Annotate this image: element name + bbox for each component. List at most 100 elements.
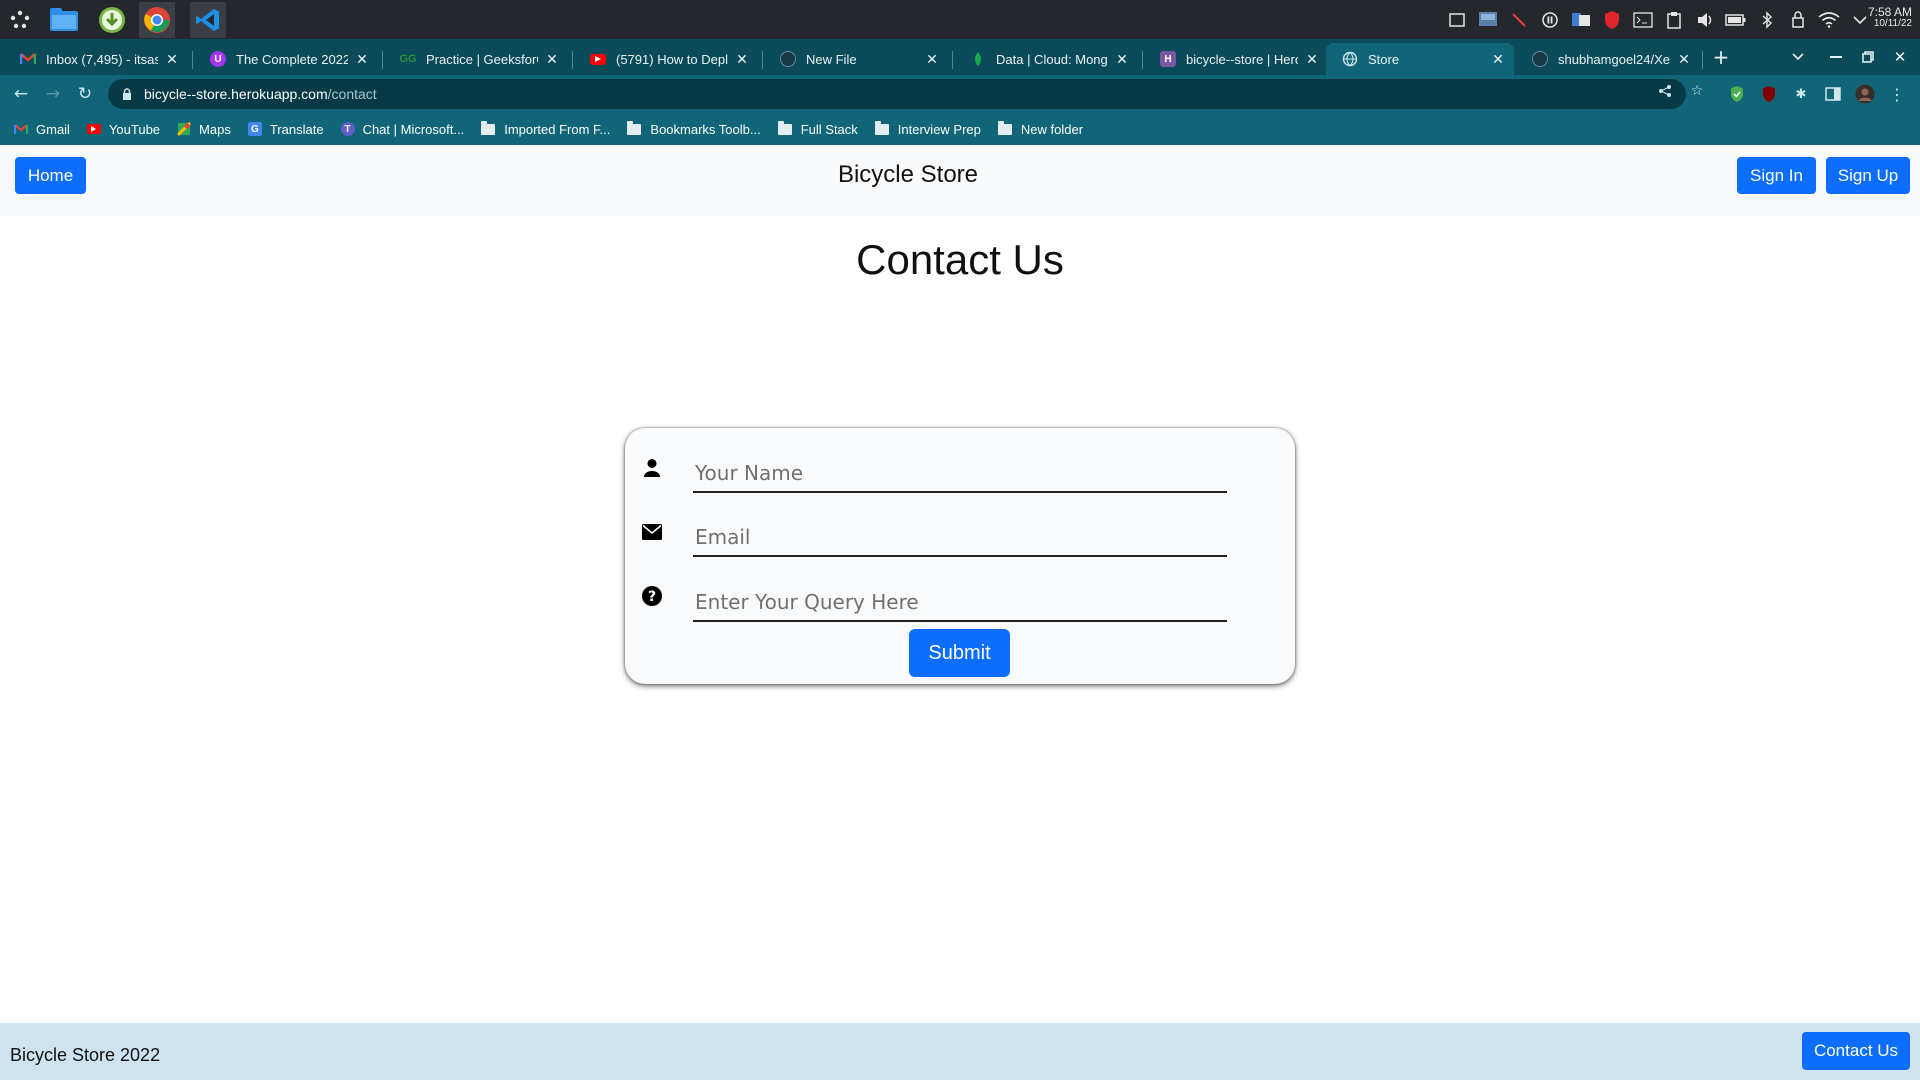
tab-geeksforgeeks[interactable]: GG Practice | GeeksforG ✕ — [384, 43, 568, 75]
site-footer: Bicycle Store 2022 Contact Us — [0, 1023, 1920, 1080]
sign-up-button[interactable]: Sign Up — [1826, 157, 1910, 194]
bookmark-folder-new[interactable]: New folder — [997, 120, 1083, 137]
bookmark-label: Gmail — [36, 121, 70, 137]
maps-icon — [177, 122, 192, 136]
bookmark-folder-toolbar[interactable]: Bookmarks Toolb... — [627, 120, 761, 137]
close-tab-icon[interactable]: ✕ — [734, 51, 750, 68]
user-icon — [641, 457, 663, 479]
wifi-icon[interactable] — [1818, 9, 1840, 31]
folder-icon — [627, 120, 642, 135]
submit-button[interactable]: Submit — [909, 629, 1010, 677]
github-icon — [780, 51, 796, 67]
pen-icon[interactable] — [1508, 9, 1530, 31]
extensions-puzzle-icon[interactable]: ✱ — [1790, 83, 1812, 105]
close-tab-icon[interactable]: ✕ — [1490, 51, 1506, 68]
profile-avatar[interactable] — [1854, 83, 1876, 105]
chrome-icon[interactable] — [139, 2, 175, 38]
padlock-icon[interactable] — [122, 88, 134, 100]
forward-button[interactable]: → — [38, 79, 68, 109]
close-tab-icon[interactable]: ✕ — [354, 51, 370, 68]
system-clock[interactable]: 7:58 AM 10/11/22 — [1868, 6, 1912, 30]
sign-in-button[interactable]: Sign In — [1737, 157, 1816, 194]
mongodb-icon — [970, 51, 986, 67]
battery-icon[interactable] — [1725, 9, 1747, 31]
email-input[interactable] — [693, 519, 1227, 557]
bookmark-translate[interactable]: G Translate — [247, 122, 324, 137]
course-icon: U — [210, 51, 226, 67]
new-tab-button[interactable]: + — [1705, 39, 1737, 75]
close-tab-icon[interactable]: ✕ — [1676, 51, 1692, 68]
close-tab-icon[interactable]: ✕ — [1114, 51, 1130, 68]
screen-icon[interactable] — [1477, 9, 1499, 31]
tab-heroku[interactable]: H bicycle--store | Hero ✕ — [1144, 43, 1328, 75]
tab-separator — [382, 51, 383, 69]
adblock-shield-icon[interactable] — [1726, 83, 1748, 105]
browser-menu-icon[interactable]: ⋮ — [1886, 83, 1908, 105]
bookmark-label: Interview Prep — [897, 121, 981, 137]
terminal-icon[interactable] — [1632, 9, 1654, 31]
shield-icon[interactable] — [1601, 9, 1623, 31]
page-title: Contact Us — [856, 236, 1064, 283]
file-manager-icon[interactable] — [46, 2, 82, 38]
close-tab-icon[interactable]: ✕ — [1304, 51, 1320, 68]
tab-separator — [572, 51, 573, 69]
folder-icon — [481, 120, 496, 135]
svg-text:?: ? — [648, 589, 656, 605]
bookmark-folder-interview-prep[interactable]: Interview Prep — [874, 120, 981, 137]
download-manager-icon[interactable] — [94, 2, 130, 38]
back-button[interactable]: ← — [6, 79, 36, 109]
tiles-icon[interactable] — [1570, 9, 1592, 31]
footer-contact-button[interactable]: Contact Us — [1802, 1032, 1910, 1070]
bookmark-youtube[interactable]: YouTube — [86, 121, 161, 137]
lock-icon[interactable] — [1787, 9, 1809, 31]
close-tab-icon[interactable]: ✕ — [164, 51, 180, 68]
close-tab-icon[interactable]: ✕ — [544, 51, 560, 68]
bookmarks-bar: Gmail YouTube Maps G Translate T Chat | … — [0, 113, 1920, 145]
address-bar[interactable]: bicycle--store.herokuapp.com/contact — [108, 79, 1686, 109]
system-tray — [1446, 0, 1880, 39]
bookmark-label: YouTube — [108, 121, 161, 137]
side-panel-icon[interactable] — [1822, 83, 1844, 105]
bookmark-teams-chat[interactable]: T Chat | Microsoft... — [340, 121, 465, 137]
tab-title: The Complete 2022 W — [236, 51, 348, 67]
volume-icon[interactable] — [1694, 9, 1716, 31]
bookmark-folder-imported[interactable]: Imported From F... — [481, 120, 610, 137]
query-input[interactable] — [693, 584, 1227, 622]
tab-title: Store — [1368, 51, 1400, 67]
vscode-icon[interactable] — [190, 2, 226, 38]
bookmark-star-icon[interactable]: ☆ — [1688, 82, 1706, 100]
pause-icon[interactable] — [1539, 9, 1561, 31]
bluetooth-icon[interactable] — [1756, 9, 1778, 31]
reload-button[interactable]: ↻ — [70, 79, 100, 109]
share-icon[interactable] — [1656, 82, 1674, 100]
site-brand[interactable]: Bicycle Store — [0, 161, 1816, 189]
ublock-icon[interactable] — [1758, 83, 1780, 105]
minimize-button[interactable] — [1820, 39, 1852, 75]
tab-store-active[interactable]: Store ✕ — [1326, 43, 1514, 75]
bookmark-label: Chat | Microsoft... — [362, 121, 465, 137]
tab-title: (5791) How to Deplo — [616, 51, 728, 67]
tab-course[interactable]: U The Complete 2022 W ✕ — [194, 43, 378, 75]
close-window-button[interactable]: ✕ — [1884, 39, 1916, 75]
tab-search-chevron-icon[interactable] — [1782, 39, 1814, 75]
youtube-icon — [86, 124, 101, 134]
close-tab-icon[interactable]: ✕ — [924, 51, 940, 68]
bookmark-folder-full-stack[interactable]: Full Stack — [777, 120, 858, 137]
tab-new-file[interactable]: New File ✕ — [764, 43, 948, 75]
gmail-icon — [14, 122, 28, 136]
name-input[interactable] — [693, 455, 1227, 493]
window-icon[interactable] — [1446, 9, 1468, 31]
bookmark-gmail[interactable]: Gmail — [14, 122, 70, 137]
envelope-icon — [641, 521, 663, 543]
bookmark-maps[interactable]: Maps — [177, 122, 231, 137]
restore-button[interactable] — [1852, 39, 1884, 75]
translate-icon: G — [247, 122, 262, 136]
tab-gmail[interactable]: Inbox (7,495) - itsash ✕ — [4, 43, 188, 75]
app-launcher-icon[interactable] — [2, 2, 38, 38]
tab-mongodb[interactable]: Data | Cloud: Mongo ✕ — [954, 43, 1138, 75]
url-host: bicycle--store.herokuapp.com — [144, 86, 328, 102]
tab-github-repo[interactable]: shubhamgoel24/Xer ✕ — [1516, 43, 1700, 75]
clipboard-icon[interactable] — [1663, 9, 1685, 31]
tab-youtube[interactable]: (5791) How to Deplo ✕ — [574, 43, 758, 75]
contact-form: ? Submit — [625, 428, 1295, 684]
